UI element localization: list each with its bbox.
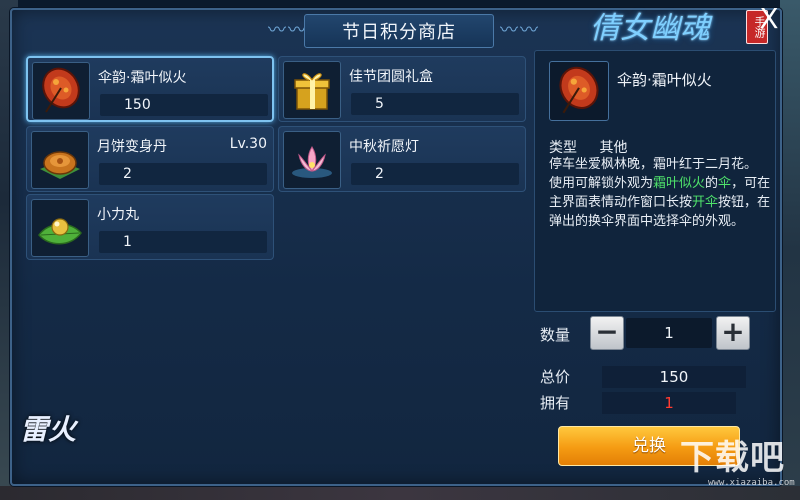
shop-item-lotus-lantern[interactable]: 中秋祈愿灯 2: [278, 126, 526, 192]
item-name: 佳节团圆礼盒: [349, 69, 433, 85]
item-price: 2: [351, 163, 519, 185]
highlight-appearance: 霜叶似火: [653, 176, 706, 191]
title-ornament-left-icon: 〰〰: [268, 20, 308, 41]
red-leaf-umbrella-icon: [32, 62, 90, 120]
item-detail-panel: 伞韵·霜叶似火 类型 其他 停车坐爱枫林晚，霜叶红于二月花。 使用可解锁外观为霜…: [534, 50, 776, 312]
item-level: Lv.30: [229, 136, 267, 152]
window-title: 节日积分商店: [342, 22, 456, 43]
item-name: 月饼变身丹: [97, 139, 167, 155]
shop-item-mooncake-pill[interactable]: 月饼变身丹 Lv.30 2: [26, 126, 274, 192]
highlight-umbrella: 伞: [718, 176, 732, 191]
red-leaf-umbrella-icon: [549, 61, 609, 121]
item-price: 2: [99, 163, 267, 185]
game-logo-text: 倩女幽魂: [590, 11, 710, 46]
site-watermark-url: www.xiazaiba.com: [708, 478, 795, 488]
mooncake-icon: [31, 131, 89, 189]
owned-label: 拥有: [540, 394, 571, 412]
item-price: 1: [99, 231, 267, 253]
quantity-decrease-button[interactable]: −: [590, 316, 624, 350]
item-price: 5: [351, 93, 519, 115]
description-poem: 停车坐爱枫林晚，霜叶红于二月花。: [549, 157, 758, 172]
title-plate: 节日积分商店: [304, 14, 494, 48]
quantity-label: 数量: [540, 326, 571, 344]
item-price: 150: [100, 94, 268, 116]
detail-description: 停车坐爱枫林晚，霜叶红于二月花。 使用可解锁外观为霜叶似火的伞，可在主界面表情动…: [549, 155, 771, 231]
publisher-watermark: 雷火: [20, 413, 77, 446]
item-name: 伞韵·霜叶似火: [98, 70, 187, 86]
description-usage: 使用可解锁外观为霜叶似火的伞，可在主界面表情动作窗口长按开伞按钮，在弹出的换伞界…: [549, 176, 771, 229]
gold-gift-box-icon: [283, 61, 341, 119]
detail-item-name: 伞韵·霜叶似火: [617, 71, 712, 89]
shop-item-umbrella[interactable]: 伞韵·霜叶似火 150: [26, 56, 274, 122]
lotus-lantern-icon: [283, 131, 341, 189]
type-label: 类型: [549, 140, 577, 156]
item-name: 中秋祈愿灯: [349, 139, 419, 155]
quantity-increase-button[interactable]: +: [716, 316, 750, 350]
type-value: 其他: [599, 140, 628, 156]
total-price-value: 150: [602, 366, 746, 388]
shop-window: 〰〰 节日积分商店 〰〰 伞韵·霜叶似火 150 佳节团圆礼盒 5 月饼变身丹 …: [10, 8, 782, 486]
item-name: 小力丸: [97, 207, 139, 223]
owned-value: 1: [602, 392, 736, 414]
game-logo: 倩女幽魂 手游: [590, 0, 770, 50]
shop-item-gift-box[interactable]: 佳节团圆礼盒 5: [278, 56, 526, 122]
detail-item-type: 类型 其他: [549, 137, 627, 157]
shop-item-small-pill[interactable]: 小力丸 1: [26, 194, 274, 260]
pill-on-leaf-icon: [31, 199, 89, 257]
close-button[interactable]: X: [754, 4, 784, 34]
quantity-input[interactable]: 1: [626, 318, 712, 348]
highlight-open-umbrella: 开伞: [692, 195, 719, 210]
game-background-right: [780, 0, 800, 500]
total-price-label: 总价: [540, 368, 571, 386]
